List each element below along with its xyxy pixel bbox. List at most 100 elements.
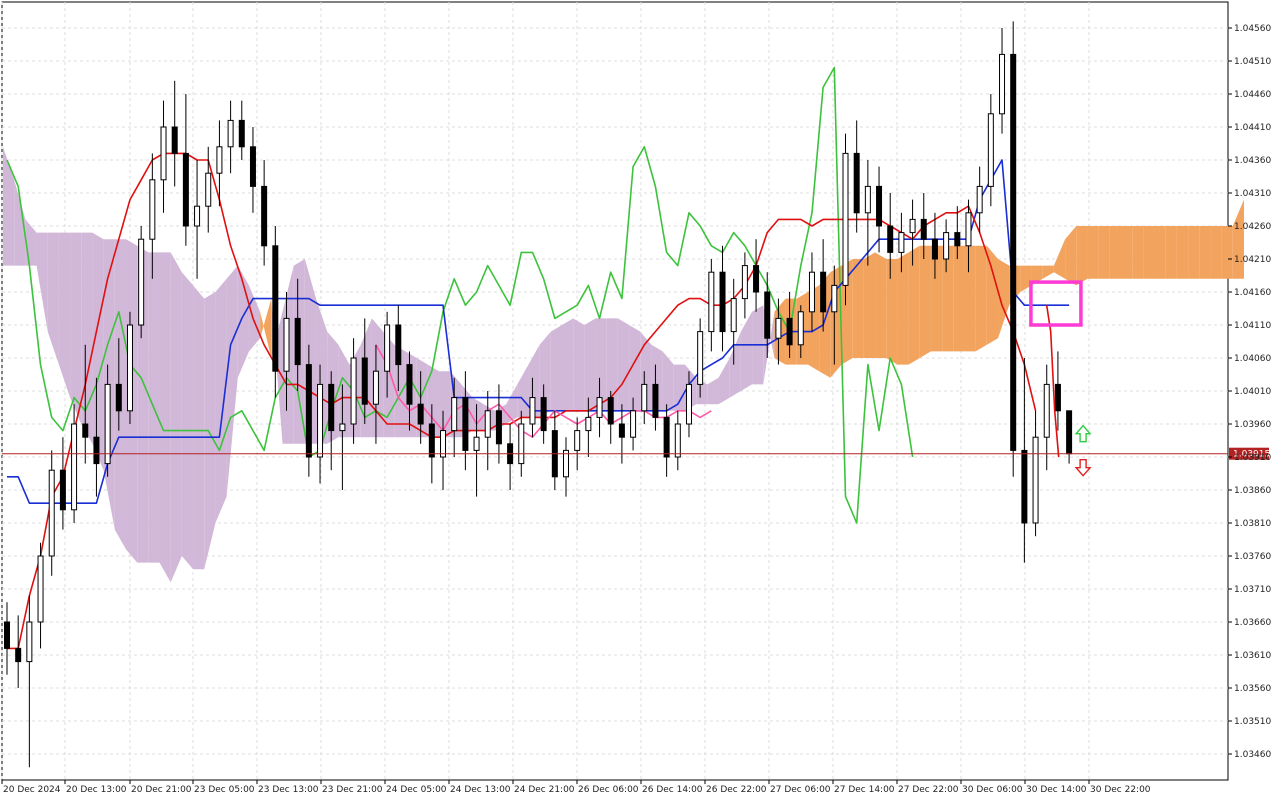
- candle-body: [317, 383, 324, 458]
- cloud-segment: [517, 364, 529, 418]
- candle-body: [82, 423, 89, 438]
- candle-body: [417, 403, 424, 425]
- time-tick-label: 24 Dec 13:00: [450, 785, 511, 795]
- candle-body: [529, 397, 536, 425]
- price-tick-label: 1.03860: [1234, 486, 1271, 496]
- candle-body: [976, 185, 983, 214]
- cloud-segment: [1221, 226, 1233, 279]
- time-tick-label: 20 Dec 13:00: [66, 785, 127, 795]
- cloud-segment: [707, 377, 719, 405]
- candle-body: [26, 621, 33, 663]
- cloud-segment: [975, 245, 987, 352]
- time-tick-label: 30 Dec 22:00: [1090, 785, 1151, 795]
- cloud-segment: [248, 285, 261, 352]
- time-tick-label: 23 Dec 13:00: [258, 785, 319, 795]
- chart-svg[interactable]: 1.03915 1.045601.045101.044601.044101.04…: [0, 0, 1280, 800]
- candle-body: [160, 126, 167, 181]
- cloud-segment: [617, 318, 630, 411]
- candle-body: [943, 232, 950, 260]
- candle-body: [753, 265, 760, 293]
- cloud-segment: [919, 245, 931, 358]
- cloud-segment: [550, 325, 562, 411]
- time-tick-label: 26 Dec 22:00: [706, 785, 767, 795]
- candle-body: [126, 324, 133, 412]
- cloud-segment: [1199, 226, 1211, 279]
- cloud-segment: [740, 311, 753, 391]
- candle-body: [853, 152, 860, 214]
- cloud-segment: [416, 358, 428, 438]
- cloud-segment: [875, 252, 887, 358]
- candle-body: [965, 212, 972, 247]
- candle-body: [764, 291, 771, 339]
- candle-body: [1021, 449, 1028, 524]
- candle-body: [1010, 53, 1017, 451]
- time-tick-label: 26 Dec 14:00: [642, 785, 703, 795]
- candle-body: [518, 423, 525, 465]
- candle-body: [4, 621, 10, 649]
- candle-body: [71, 423, 78, 511]
- candle-body: [93, 436, 100, 465]
- cloud-segment: [1121, 226, 1133, 279]
- candle-body: [149, 179, 156, 240]
- cloud-segment: [226, 265, 238, 497]
- ichimoku-chart[interactable]: 1.03915 1.04560 1.04510 1.04460 1.04410 1.04…: [0, 0, 1280, 800]
- price-tick-label: 1.03660: [1234, 618, 1271, 628]
- candle-body: [898, 232, 905, 253]
- candle-body: [495, 410, 502, 445]
- candle-body: [820, 271, 827, 313]
- candle-body: [931, 238, 938, 260]
- candle-body: [607, 397, 614, 425]
- candle-body: [708, 271, 715, 333]
- cloud-segment: [81, 232, 93, 444]
- cloud-segment: [1143, 226, 1155, 279]
- cloud-segment: [1154, 226, 1166, 279]
- time-tick-label: 26 Dec 06:00: [578, 785, 639, 795]
- candle-body: [876, 185, 883, 227]
- price-tick-label: 1.04310: [1234, 189, 1271, 199]
- cloud-segment: [36, 232, 48, 332]
- cloud-segment: [1053, 239, 1066, 279]
- cloud-segment: [338, 344, 350, 438]
- cloud-segment: [573, 318, 585, 411]
- candle-body: [428, 423, 435, 458]
- candle-body: [697, 331, 704, 385]
- candle-body: [987, 113, 994, 187]
- cloud-segment: [1098, 226, 1110, 279]
- candle-body: [249, 146, 256, 187]
- candle-body: [261, 185, 268, 247]
- candle-body: [674, 423, 681, 458]
- cloud-segment: [562, 318, 574, 411]
- price-tick-label: 1.04060: [1234, 354, 1271, 364]
- cloud-segment: [92, 232, 104, 471]
- candle-body: [350, 357, 357, 425]
- price-tick-label: 1.03510: [1234, 717, 1271, 727]
- highlight-box: [1029, 280, 1083, 327]
- candle-body: [328, 383, 335, 432]
- candle-body: [1043, 383, 1050, 438]
- candle-body: [1054, 383, 1061, 412]
- price-tick-label: 1.04560: [1234, 24, 1271, 34]
- candle-body: [372, 370, 379, 405]
- cloud-segment: [1076, 226, 1088, 286]
- price-tick-label: 1.04010: [1234, 387, 1271, 397]
- time-tick-label: 30 Dec 06:00: [962, 785, 1023, 795]
- candle-body: [775, 317, 782, 339]
- price-tick-label: 1.04260: [1234, 222, 1271, 232]
- candle-body: [920, 218, 927, 240]
- cloud-segment: [718, 358, 730, 405]
- sell-signal-arrow-down-icon: [1074, 459, 1092, 477]
- cloud-segment: [852, 259, 864, 358]
- candle-body: [842, 152, 849, 286]
- cloud-segment: [181, 272, 194, 570]
- cloud-segment: [1232, 199, 1244, 279]
- candle-body: [294, 317, 301, 366]
- price-tick-label: 1.04510: [1234, 57, 1271, 67]
- cloud-segment: [662, 351, 674, 411]
- time-tick-label: 23 Dec 21:00: [322, 785, 383, 795]
- candle-body: [104, 383, 111, 465]
- candle-body: [630, 410, 637, 438]
- candle-body: [887, 225, 894, 253]
- arrow-down-shape: [1074, 459, 1092, 477]
- candle-body: [1032, 436, 1039, 524]
- candle-body: [115, 383, 122, 412]
